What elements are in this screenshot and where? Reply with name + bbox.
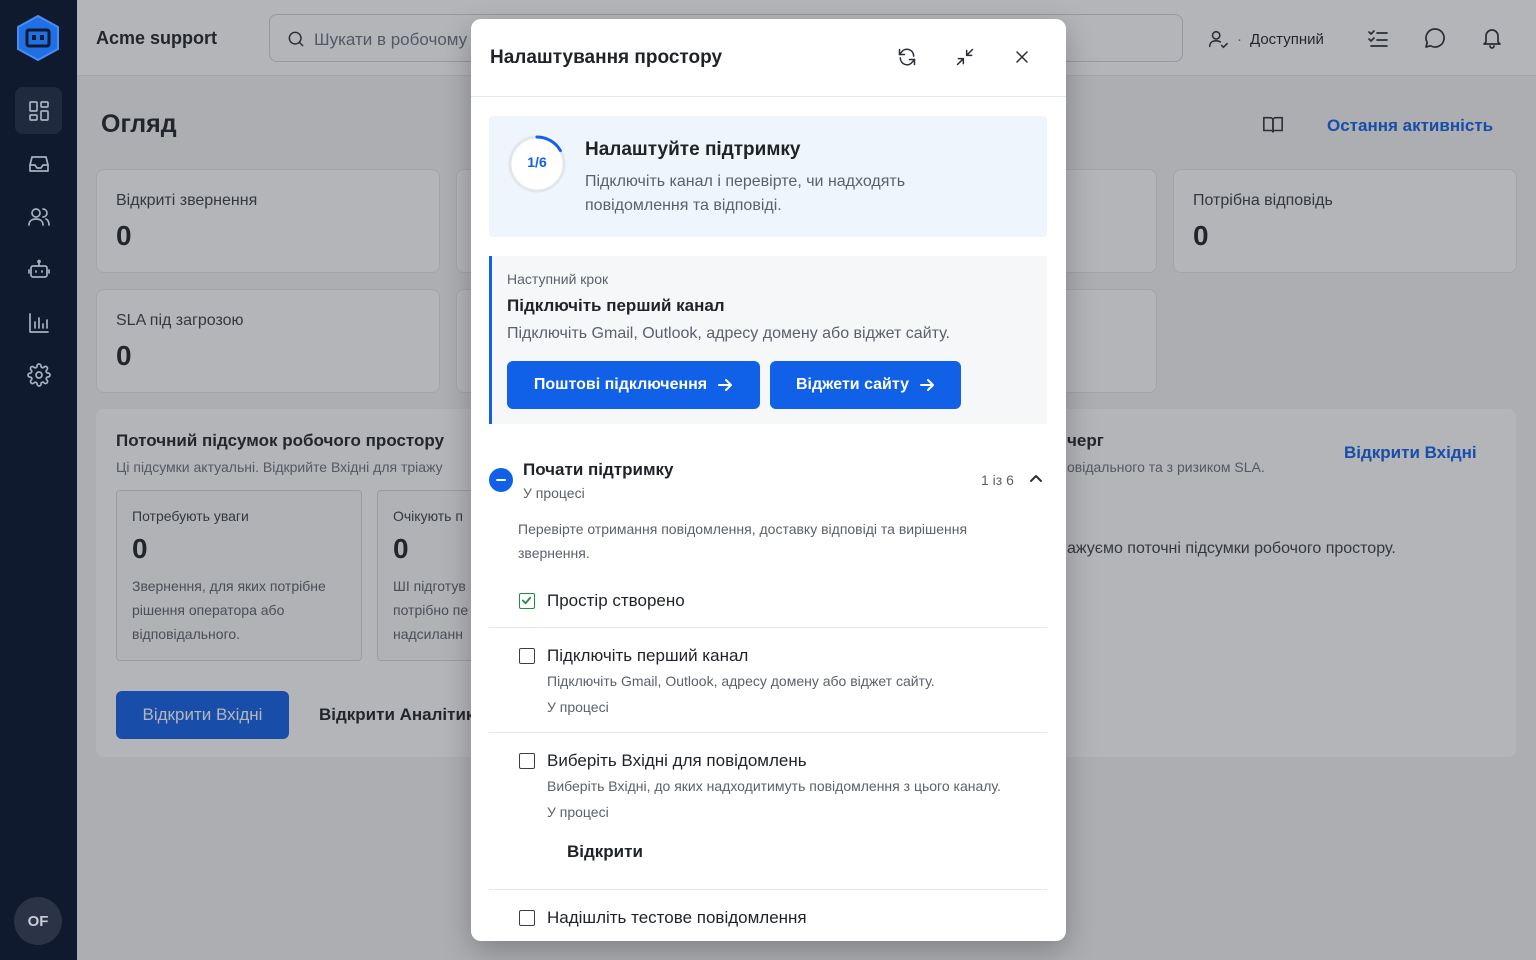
section-title[interactable]: Почати підтримку (523, 460, 674, 480)
analytics-icon (28, 312, 49, 333)
next-step-card: Наступний крок Підключіть перший канал П… (489, 256, 1047, 424)
checkbox-checked[interactable] (519, 593, 535, 609)
inbox-icon (28, 155, 49, 172)
section-status: У процесі (523, 485, 585, 501)
site-widgets-label: Віджети сайту (795, 376, 910, 393)
refresh-icon (898, 48, 916, 66)
task-title: Надішліть тестове повідомлення (547, 908, 807, 927)
check-icon (521, 596, 532, 605)
sidebar-item-contacts[interactable] (15, 193, 62, 240)
progress-label: 1/6 (527, 154, 547, 170)
section-desc: Перевірте отримання повідомлення, достав… (518, 521, 968, 561)
sidebar: OF (0, 0, 77, 960)
next-step-desc: Підключіть Gmail, Outlook, адресу домену… (507, 325, 950, 342)
task-status: У процесі (547, 699, 609, 715)
progress-title: Налаштуйте підтримку (585, 139, 801, 160)
refresh-button[interactable] (895, 45, 919, 69)
next-step-title: Підключіть перший канал (507, 296, 725, 315)
task-status: У процесі (547, 804, 609, 820)
task-open-button[interactable]: Відкрити (567, 842, 643, 862)
dialog-header: Налаштування простору (471, 19, 1066, 97)
mail-connections-label: Поштові підключення (533, 376, 708, 393)
sidebar-item-settings[interactable] (15, 351, 62, 398)
task-item: Виберіть Вхідні для повідомлень Виберіть… (489, 732, 1047, 889)
settings-icon (26, 362, 51, 387)
task-item: Надішліть тестове повідомлення (489, 889, 1047, 941)
checkbox[interactable] (519, 753, 535, 769)
next-step-kicker: Наступний крок (507, 271, 609, 287)
section-count: 1 із 6 (981, 472, 1014, 488)
task-title: Простір створено (547, 591, 685, 610)
checkbox[interactable] (519, 910, 535, 926)
task-title: Виберіть Вхідні для повідомлень (547, 751, 807, 770)
setup-progress: 1/6 Налаштуйте підтримку Підключіть кана… (489, 116, 1047, 237)
close-button[interactable] (1010, 45, 1034, 69)
task-desc: Підключіть Gmail, Outlook, адресу домену… (547, 673, 935, 689)
sidebar-item-dashboard[interactable] (15, 87, 62, 134)
sidebar-item-bots[interactable] (15, 246, 62, 293)
dialog-title: Налаштування простору (490, 47, 723, 68)
bot-icon (27, 259, 50, 278)
close-icon (1016, 51, 1028, 63)
task-item: Підключіть перший канал Підключіть Gmail… (489, 627, 1047, 732)
progress-desc: Підключіть канал і перевірте, чи надходя… (585, 173, 906, 214)
dashboard-icon (28, 100, 49, 121)
collapse-button[interactable] (953, 45, 977, 69)
contacts-icon (27, 207, 50, 226)
avatar[interactable]: OF (14, 897, 62, 945)
arrow-right-icon (920, 379, 935, 391)
task-item: Простір створено (489, 581, 1047, 627)
collapse-icon (956, 48, 974, 66)
mail-connections-button[interactable]: Поштові підключення (507, 361, 760, 409)
section-collapse-icon[interactable] (489, 468, 513, 492)
task-desc: Виберіть Вхідні, до яких надходитимуть п… (547, 778, 1001, 794)
chevron-up-icon[interactable] (1028, 471, 1044, 487)
checkbox[interactable] (519, 648, 535, 664)
task-title: Підключіть перший канал (547, 646, 749, 665)
sidebar-item-inbox[interactable] (15, 140, 62, 187)
workspace-setup-dialog: Налаштування простору 1/6 Налаштуйте під… (471, 19, 1066, 941)
arrow-right-icon (718, 379, 733, 391)
site-widgets-button[interactable]: Віджети сайту (770, 361, 961, 409)
logo-icon[interactable] (15, 14, 61, 62)
sidebar-item-analytics[interactable] (15, 299, 62, 346)
